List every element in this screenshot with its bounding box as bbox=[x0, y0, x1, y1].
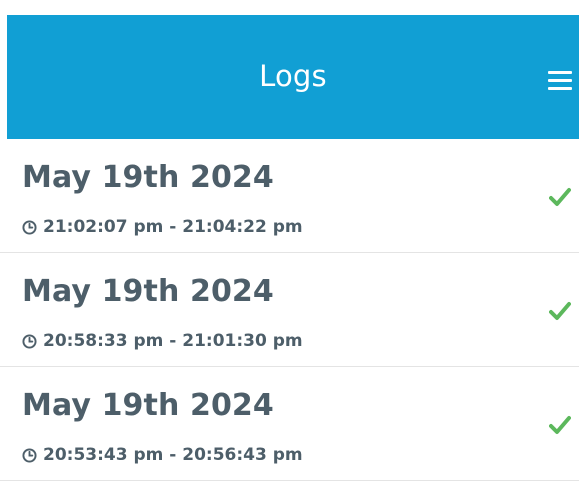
log-time-text: 21:02:07 pm - 21:04:22 pm bbox=[43, 217, 303, 237]
log-list-item[interactable]: May 19th 2024 20:58:33 pm - 21:01:30 pm bbox=[0, 253, 579, 367]
check-icon bbox=[549, 416, 571, 434]
log-list-item[interactable]: May 19th 2024 21:02:07 pm - 21:04:22 pm bbox=[0, 139, 579, 253]
hamburger-menu-icon[interactable] bbox=[545, 65, 575, 95]
log-time-range: 20:58:33 pm - 21:01:30 pm bbox=[22, 331, 303, 351]
page-title: Logs bbox=[259, 59, 327, 93]
clock-icon bbox=[22, 447, 37, 463]
log-date: May 19th 2024 bbox=[22, 388, 274, 423]
app-header: Logs bbox=[7, 15, 579, 139]
clock-icon bbox=[22, 219, 37, 235]
log-time-text: 20:53:43 pm - 20:56:43 pm bbox=[43, 445, 303, 465]
clock-icon bbox=[22, 333, 37, 349]
log-list: May 19th 2024 21:02:07 pm - 21:04:22 pm … bbox=[0, 139, 579, 481]
log-time-text: 20:58:33 pm - 21:01:30 pm bbox=[43, 331, 303, 351]
check-icon bbox=[549, 302, 571, 320]
log-date: May 19th 2024 bbox=[22, 160, 274, 195]
log-date: May 19th 2024 bbox=[22, 274, 274, 309]
log-time-range: 21:02:07 pm - 21:04:22 pm bbox=[22, 217, 303, 237]
log-time-range: 20:53:43 pm - 20:56:43 pm bbox=[22, 445, 303, 465]
status-bar-area bbox=[0, 0, 579, 15]
check-icon bbox=[549, 188, 571, 206]
